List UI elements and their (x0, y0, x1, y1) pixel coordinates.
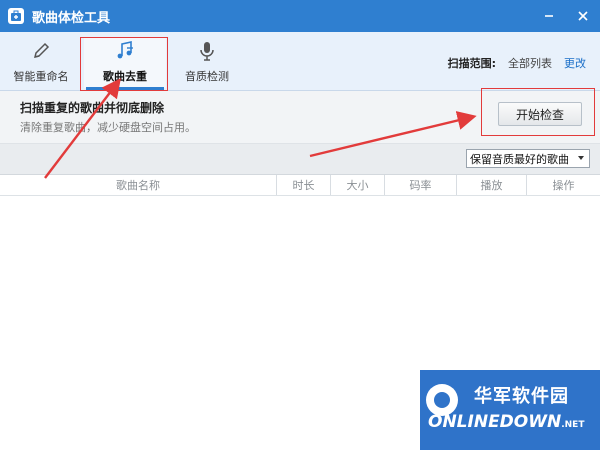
table-header: 歌曲名称 时长 大小 码率 播放 操作 (0, 175, 600, 196)
window-title: 歌曲体检工具 (32, 10, 111, 26)
scope-label: 扫描范围: (447, 57, 496, 70)
col-action[interactable]: 操作 (526, 175, 600, 195)
keep-policy-value: 保留音质最好的歌曲 (470, 152, 569, 166)
col-bitrate[interactable]: 码率 (384, 175, 456, 195)
close-icon (578, 11, 588, 21)
watermark-logo: 华军软件园 ONLINEDOWN.NET (420, 370, 600, 450)
watermark-cn: 华军软件园 (474, 386, 569, 407)
tab-rename-label: 智能重命名 (13, 70, 69, 83)
tab-quality-label: 音质检测 (185, 70, 229, 83)
dropdown-arrow-icon (578, 156, 584, 160)
annotation-box-tab (80, 37, 168, 91)
pencil-icon (0, 40, 82, 62)
col-play[interactable]: 播放 (456, 175, 526, 195)
col-song-name[interactable]: 歌曲名称 (0, 175, 276, 195)
title-bar: 歌曲体检工具 (0, 0, 600, 32)
close-button[interactable] (566, 0, 600, 32)
panel-title: 扫描重复的歌曲并彻底删除 (20, 101, 165, 115)
minimize-button[interactable] (532, 0, 566, 32)
scope-change-link[interactable]: 更改 (564, 55, 586, 71)
col-duration[interactable]: 时长 (276, 175, 330, 195)
microphone-icon (166, 40, 248, 62)
watermark-en: ONLINEDOWN.NET (428, 412, 585, 432)
panel-description: 清除重复歌曲，减少硬盘空间占用。 (20, 121, 196, 134)
scope-value: 全部列表 (508, 57, 552, 70)
keep-policy-select[interactable]: 保留音质最好的歌曲 (466, 149, 590, 168)
col-size[interactable]: 大小 (330, 175, 384, 195)
tab-quality[interactable]: 音质检测 (166, 38, 248, 88)
annotation-box-button (481, 88, 595, 136)
scan-scope: 扫描范围: 全部列表 更改 (448, 55, 586, 71)
minimize-icon (545, 15, 553, 17)
app-icon (8, 8, 24, 24)
tab-rename[interactable]: 智能重命名 (0, 38, 82, 88)
